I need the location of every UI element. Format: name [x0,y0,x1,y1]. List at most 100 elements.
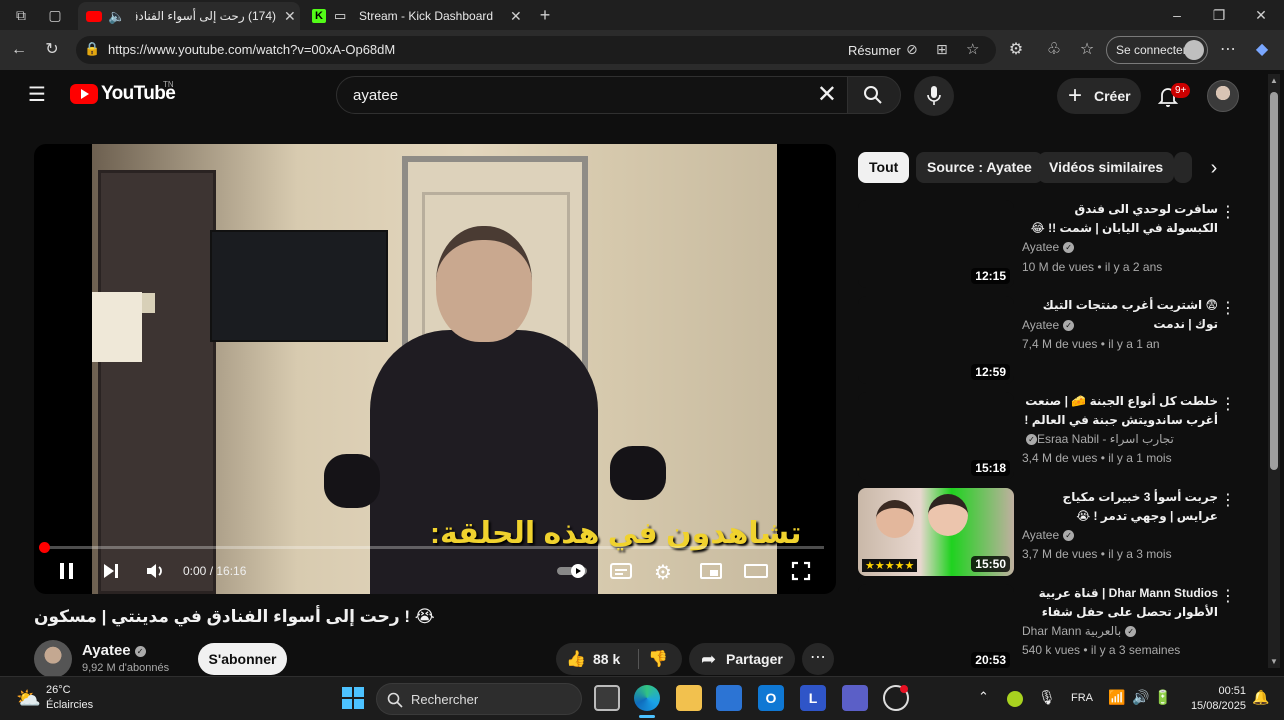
lock-icon[interactable]: 🔒 [84,41,100,57]
battery-icon[interactable]: 🔋 [1154,689,1171,706]
recommendation-item[interactable]: ★★★★★ 15:50 جربت أسوأ 3 خبيرات مكياج عرا… [858,488,1240,580]
close-tab-icon[interactable]: ✕ [510,2,522,30]
chip-partial[interactable] [1174,152,1192,183]
teams-icon[interactable] [842,685,868,711]
notification-center-icon[interactable]: 🔔 [1252,689,1269,706]
voice-search-button[interactable] [914,76,954,116]
video-thumbnail[interactable]: 12:59 [858,296,1014,384]
volume-icon[interactable] [145,561,165,581]
copilot-summary-icon[interactable]: ⊘ [906,41,918,58]
recommendation-item[interactable]: 12:59 😨 اشتريت أغرب منتجات التيك توك | ن… [858,296,1240,388]
system-clock[interactable]: 00:51 15/08/2025 [1178,684,1246,714]
create-button[interactable]: + Créer [1057,78,1141,114]
tab-kick[interactable]: K ▭ Stream - Kick Dashboard ✕ [304,2,526,30]
recommendation-title[interactable]: خلطت كل أنواع الجبنة 🧀 | صنعت أغرب ساندو… [1022,392,1218,432]
speaker-icon[interactable]: 🔈 [108,2,125,30]
task-view-icon[interactable] [594,685,620,711]
recommendation-item[interactable]: 12:15 سافرت لوحدي الى فندق الكبسولة في ا… [858,200,1240,292]
volume-tray-icon[interactable]: 🔊 [1132,689,1149,706]
workspaces-icon[interactable]: ⧉ [12,6,30,24]
minimize-icon[interactable]: – [1168,6,1186,24]
next-video-icon[interactable] [102,561,120,581]
tray-microphone-icon[interactable]: 🎙 [1038,689,1056,706]
dislike-thumb-icon[interactable]: 👎 [648,649,668,669]
tab-youtube[interactable]: 🔈 (174) رحت إلى أسواء الفنادق و ✕ [78,2,300,30]
windows-start-icon[interactable] [340,685,366,711]
like-thumb-icon[interactable]: 👍 [566,649,586,669]
recommendation-channel[interactable]: Dhar Mann بالعربية ✓ [1022,624,1137,638]
url-text[interactable]: https://www.youtube.com/watch?v=00xA-Op6… [108,42,395,57]
new-tab-plus-icon[interactable]: + [536,6,554,24]
video-thumbnail[interactable]: ★★★★★ 15:50 [858,488,1014,576]
scroll-down-icon[interactable]: ▼ [1270,657,1278,666]
video-player[interactable]: تشاهدون في هذه الحلقة: 0:00 / 16:16 ⚙ [34,144,836,594]
edge-browser-icon[interactable] [634,685,660,711]
reload-icon[interactable]: ↻ [42,40,62,60]
app-l-icon[interactable]: L [800,685,826,711]
item-menu-icon[interactable]: ⋮ [1220,394,1236,414]
back-arrow-icon[interactable]: ← [9,40,29,60]
maximize-icon[interactable]: ❐ [1210,6,1228,24]
item-menu-icon[interactable]: ⋮ [1220,202,1236,222]
channel-name[interactable]: Ayatee ✓ [82,642,146,659]
progress-bar[interactable] [44,546,824,549]
microsoft-store-icon[interactable] [716,685,742,711]
search-input[interactable]: ayatee ✕ [336,76,848,114]
subtitles-icon[interactable] [610,561,632,581]
item-menu-icon[interactable]: ⋮ [1220,586,1236,606]
browser-essentials-icon[interactable]: ♧ [1044,40,1064,60]
resume-label[interactable]: Résumer [848,43,901,58]
subscribe-button[interactable]: S'abonner [198,643,287,675]
address-bar[interactable]: 🔒 https://www.youtube.com/watch?v=00xA-O… [76,36,996,64]
taskbar-search[interactable]: Rechercher [376,683,582,715]
recommendation-title[interactable]: جربت أسوأ 3 خبيرات مكياج عرايس | وجهي تد… [1022,488,1218,526]
recommendation-channel[interactable]: Ayatee ✓ [1022,240,1075,254]
favorites-icon[interactable]: ☆ [1077,40,1097,60]
hidden-icons-chevron-icon[interactable]: ⌃ [978,689,989,705]
autoplay-toggle-icon[interactable] [556,561,590,581]
miniplayer-icon[interactable] [700,561,722,581]
recommendation-channel[interactable]: ✓ Esraa Nabil - تجارب اسراء [1022,432,1174,446]
tab-actions-icon[interactable]: ▢ [46,6,64,24]
clear-search-icon[interactable]: ✕ [817,83,837,107]
theater-mode-icon[interactable] [744,561,768,581]
scrollbar-thumb[interactable] [1270,92,1278,470]
file-explorer-icon[interactable] [676,685,702,711]
user-avatar[interactable] [1207,80,1239,112]
recommendation-item[interactable]: 20:53 Dhar Mann Studios | قناة عربية الأ… [858,584,1240,670]
pause-icon[interactable] [58,561,76,581]
apps-icon[interactable]: ⊞ [936,41,948,58]
item-menu-icon[interactable]: ⋮ [1220,490,1236,510]
channel-avatar[interactable] [34,640,72,678]
settings-gear-icon[interactable]: ⚙ [654,560,672,585]
item-menu-icon[interactable]: ⋮ [1220,298,1236,318]
close-window-icon[interactable]: ✕ [1252,6,1270,24]
recommendation-channel[interactable]: Ayatee ✓ [1022,528,1075,542]
video-thumbnail[interactable]: 12:15 [858,200,1014,288]
recommendation-title[interactable]: سافرت لوحدي الى فندق الكبسولة في اليابان… [1022,200,1218,238]
favorite-star-icon[interactable]: ☆ [966,40,979,58]
fullscreen-icon[interactable] [791,561,811,581]
wifi-icon[interactable]: 📶 [1108,689,1125,706]
extensions-icon[interactable]: ⚙ [1006,40,1026,60]
chip-similar[interactable]: Vidéos similaires [1038,152,1175,183]
outlook-icon[interactable]: O [758,685,784,711]
scroll-up-icon[interactable]: ▲ [1270,76,1278,85]
chip-all[interactable]: Tout [858,152,910,183]
input-language[interactable]: FRA [1071,692,1093,704]
scrubber-handle[interactable] [39,542,50,553]
video-thumbnail[interactable]: 20:53 [858,584,1014,670]
chips-next-chevron-icon[interactable]: › [1201,154,1227,182]
chip-source[interactable]: Source : Ayatee [916,152,1043,183]
search-button[interactable] [847,76,901,114]
sign-in-button[interactable]: Se connecter [1106,36,1208,64]
recommendation-channel[interactable]: Ayatee ✓ [1022,318,1075,332]
copilot-icon[interactable]: ◆ [1252,40,1272,60]
recommendation-item[interactable]: 15:18 خلطت كل أنواع الجبنة 🧀 | صنعت أغرب… [858,392,1240,484]
share-button[interactable]: ➦ Partager [689,643,795,675]
hamburger-menu-icon[interactable]: ☰ [28,84,46,106]
page-scrollbar[interactable]: ▲ ▼ [1268,74,1280,668]
more-options-icon[interactable]: ⋯ [1218,40,1238,60]
recommendation-title[interactable]: Dhar Mann Studios | قناة عربية الأطوار ت… [1022,584,1218,622]
video-thumbnail[interactable]: 15:18 [858,392,1014,480]
